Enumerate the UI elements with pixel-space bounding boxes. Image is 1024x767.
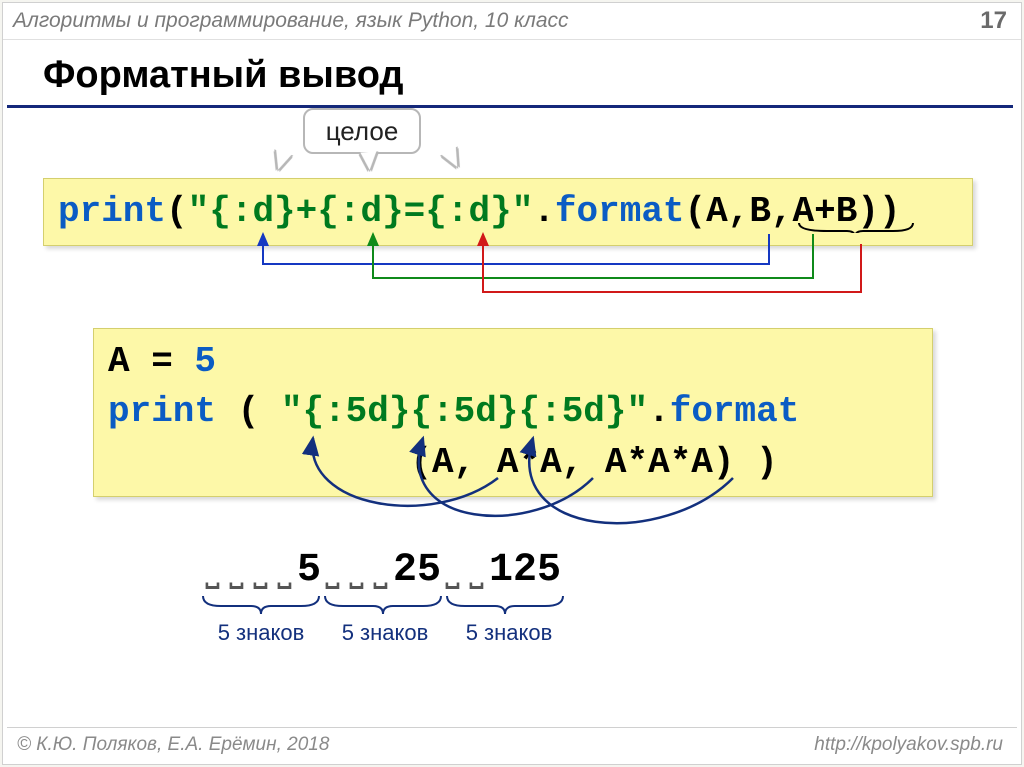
footer-copyright: © К.Ю. Поляков, Е.А. Ерёмин, 2018 (17, 734, 329, 756)
brace-label: 5 знаков (449, 620, 569, 646)
page-number: 17 (980, 7, 1007, 35)
page-title: Форматный вывод (7, 40, 1013, 108)
output-brace-labels: 5 знаков 5 знаков 5 знаков (201, 620, 801, 646)
code-block-2: A = 5 print ( "{:5d}{:5d}{:5d}".format (… (93, 328, 933, 497)
brace-label: 5 знаков (201, 620, 321, 646)
callout-integer: целое (303, 108, 421, 154)
footer-url: http://kpolyakov.spb.ru (814, 734, 1003, 756)
callout-tail (360, 151, 377, 170)
breadcrumb: Алгоритмы и программирование, язык Pytho… (13, 9, 569, 33)
brace-a-plus-b (797, 221, 917, 233)
output-row: ⎵⎵⎵⎵5⎵⎵⎵25⎵⎵125 (201, 548, 561, 593)
code-block-1: print("{:d}+{:d}={:d}".format(A,B,A+B)) (43, 178, 973, 246)
brace-label: 5 знаков (325, 620, 445, 646)
callout-tail (442, 147, 465, 170)
callout-tail (271, 150, 292, 172)
